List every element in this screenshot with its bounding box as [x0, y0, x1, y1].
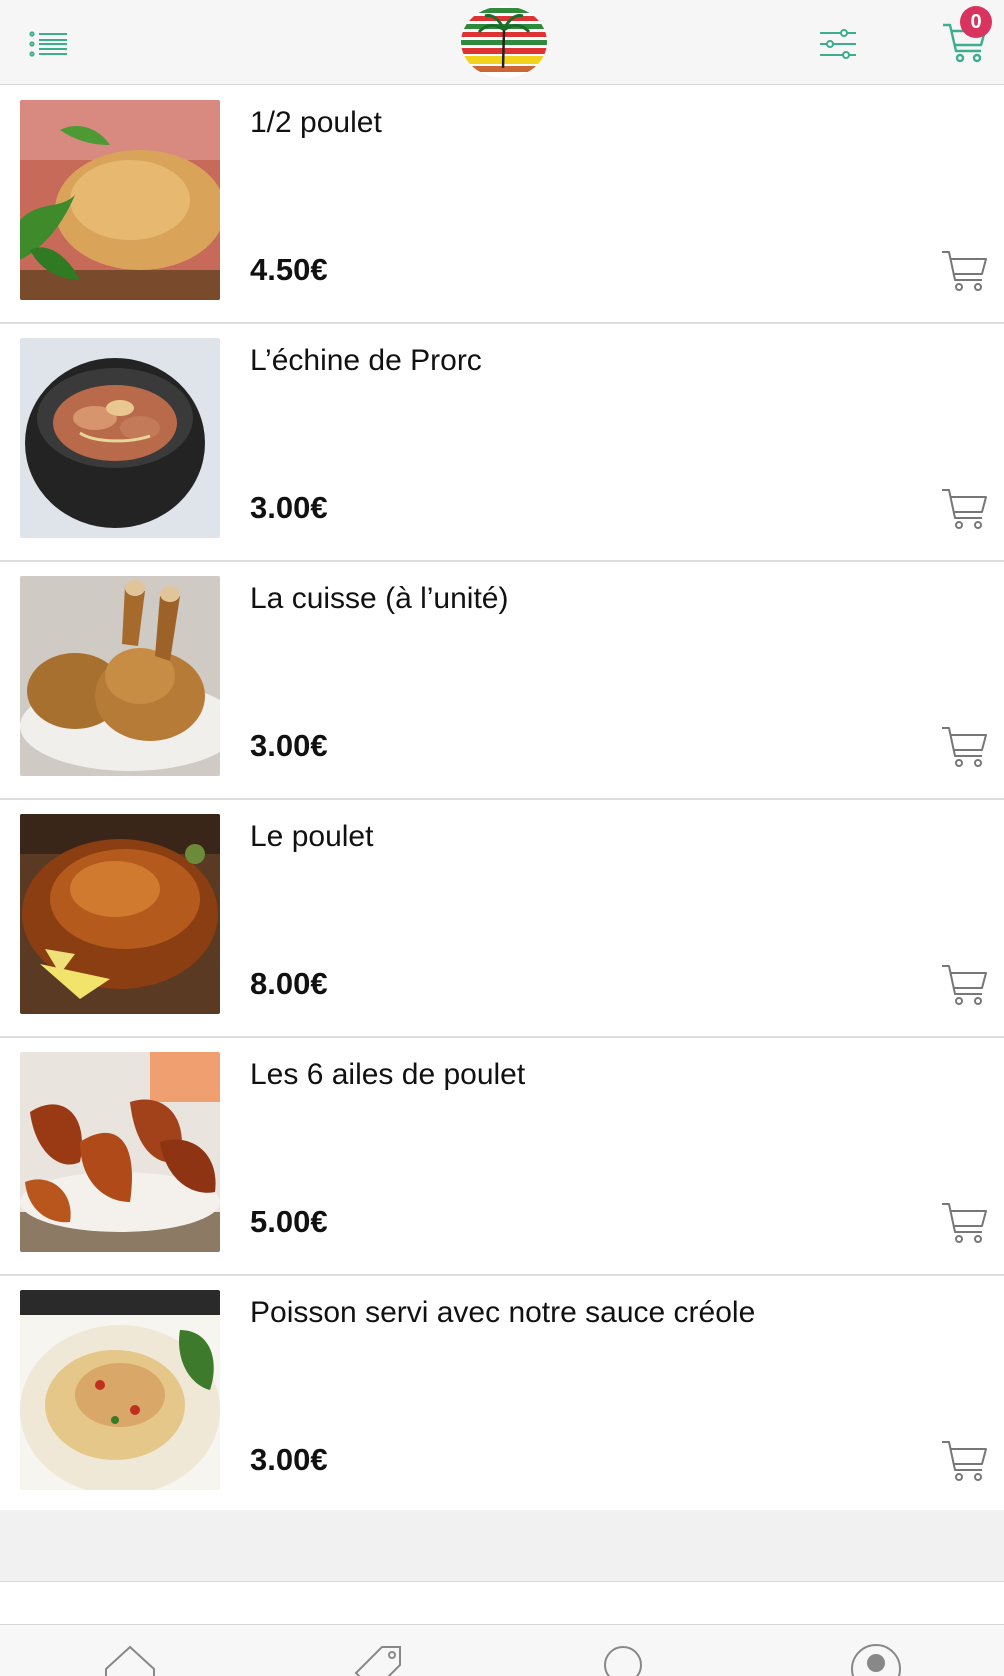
cart-count-badge: 0: [960, 6, 992, 38]
add-to-cart-button[interactable]: [938, 244, 990, 296]
add-to-cart-button[interactable]: [938, 1434, 990, 1486]
restaurant-logo[interactable]: [458, 2, 550, 82]
product-item[interactable]: Le poulet 8.00€: [0, 800, 1004, 1038]
product-price: 5.00€: [250, 1204, 328, 1239]
add-to-cart-button[interactable]: [938, 1196, 990, 1248]
cart-icon: [942, 727, 987, 767]
tab-account[interactable]: [846, 1643, 906, 1676]
cart-icon: [942, 965, 987, 1005]
product-name: Le poulet: [250, 820, 374, 853]
product-image: [20, 1290, 220, 1490]
add-to-cart-button[interactable]: [938, 958, 990, 1010]
add-to-cart-button[interactable]: [938, 720, 990, 772]
product-image: [20, 338, 220, 538]
product-item[interactable]: La cuisse (à l’unité) 3.00€: [0, 562, 1004, 800]
list-menu-icon: [29, 31, 67, 57]
header-cart-button[interactable]: 0: [934, 6, 994, 72]
product-name: 1/2 poulet: [250, 106, 382, 139]
sliders-filter-icon: [820, 29, 856, 59]
product-price: 4.50€: [250, 252, 328, 287]
product-item[interactable]: Les 6 ailes de poulet 5.00€: [0, 1038, 1004, 1276]
product-price: 3.00€: [250, 1442, 328, 1477]
tab-offers[interactable]: [350, 1643, 410, 1676]
product-name: Les 6 ailes de poulet: [250, 1058, 526, 1091]
cart-icon: [942, 251, 987, 291]
product-list: 1/2 poulet 4.50€ L’échine de Prorc 3.00€…: [0, 86, 1004, 1514]
product-image: [20, 1052, 220, 1252]
product-name: L’échine de Prorc: [250, 344, 482, 377]
product-price: 3.00€: [250, 490, 328, 525]
tag-icon: [354, 1646, 401, 1676]
add-to-cart-button[interactable]: [938, 482, 990, 534]
palm-tree-logo-icon: [461, 6, 547, 78]
home-icon: [105, 1645, 155, 1676]
tab-search[interactable]: [593, 1643, 653, 1676]
product-image: [20, 100, 220, 300]
product-name: La cuisse (à l’unité): [250, 582, 509, 615]
list-footer-spacer: [0, 1510, 1004, 1582]
cart-icon: [942, 1203, 987, 1243]
bottom-tab-bar: [0, 1624, 1004, 1676]
product-item[interactable]: Poisson servi avec notre sauce créole 3.…: [0, 1276, 1004, 1514]
product-item[interactable]: L’échine de Prorc 3.00€: [0, 324, 1004, 562]
top-header: 0: [0, 0, 1004, 85]
menu-button[interactable]: [24, 22, 74, 66]
cart-icon: [942, 489, 987, 529]
filter-button[interactable]: [812, 22, 864, 66]
product-image: [20, 814, 220, 1014]
product-name: Poisson servi avec notre sauce créole: [250, 1296, 756, 1329]
product-price: 3.00€: [250, 728, 328, 763]
cart-icon: [942, 1441, 987, 1481]
tab-home[interactable]: [100, 1643, 160, 1676]
product-item[interactable]: 1/2 poulet 4.50€: [0, 86, 1004, 324]
search-icon: [604, 1646, 642, 1676]
account-icon: [851, 1644, 901, 1676]
product-price: 8.00€: [250, 966, 328, 1001]
product-image: [20, 576, 220, 776]
